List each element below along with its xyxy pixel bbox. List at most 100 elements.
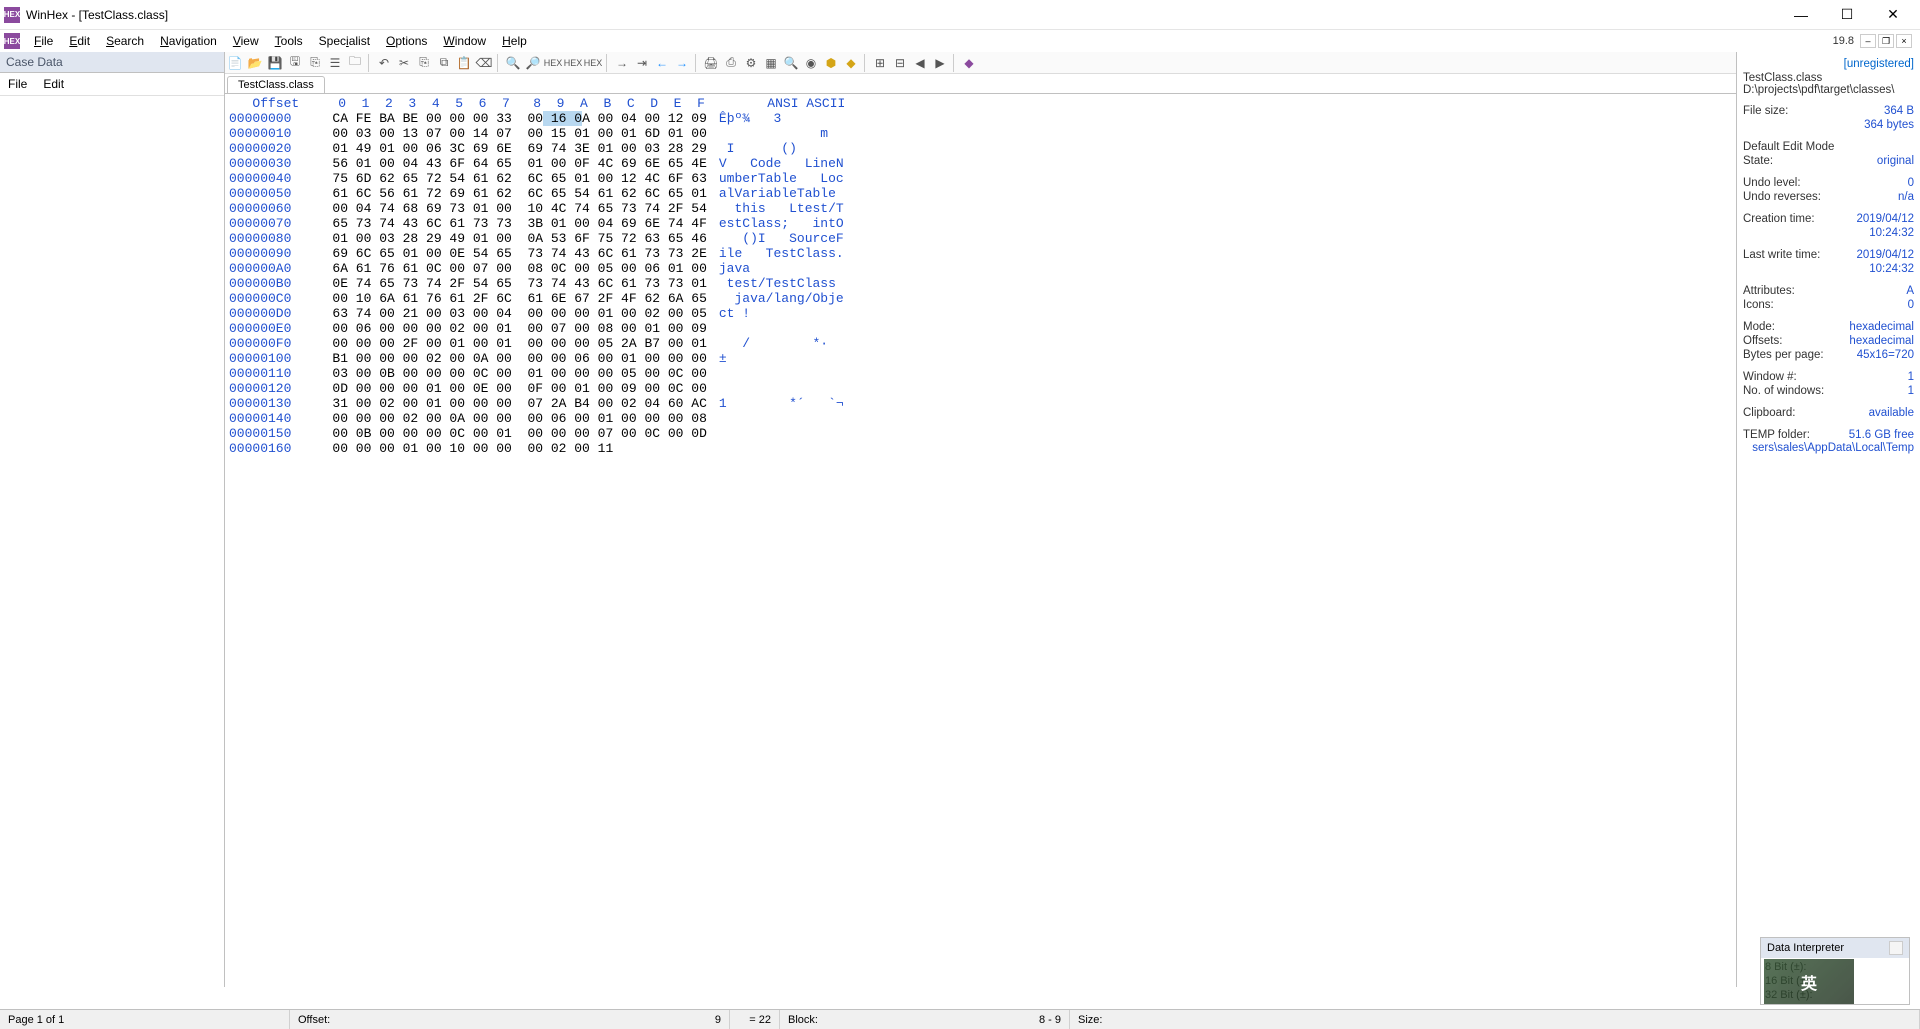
magnify-icon[interactable]: 🔍	[782, 54, 800, 72]
info-filename: TestClass.class	[1743, 72, 1914, 84]
replace-hex-icon[interactable]: HEX	[564, 54, 582, 72]
icons-label: Icons:	[1743, 299, 1774, 311]
bpp-label: Bytes per page:	[1743, 349, 1824, 361]
sidebar-menu-file[interactable]: File	[4, 76, 31, 92]
nowin-label: No. of windows:	[1743, 385, 1824, 397]
lastwrite-time: 10:24:32	[1869, 263, 1914, 275]
state-label: State:	[1743, 155, 1773, 167]
filesize-label: File size:	[1743, 105, 1788, 117]
new-file-icon[interactable]: 📄	[226, 54, 244, 72]
hex-editor-area: 📄 📂 💾 🖫 ⎘ ☰ 🗀 ↶ ✂ ⎘ ⧉ 📋 ⌫ 🔍 🔎 HEX HEX HE…	[225, 52, 1736, 987]
go-to-icon[interactable]: ⇥	[633, 54, 651, 72]
save-icon[interactable]: 💾	[266, 54, 284, 72]
temp-label: TEMP folder:	[1743, 429, 1810, 441]
status-page: Page 1 of 1	[0, 1010, 290, 1029]
attrs-label: Attributes:	[1743, 285, 1795, 297]
forward-icon[interactable]: →	[673, 54, 691, 72]
menu-view[interactable]: View	[225, 32, 267, 50]
open-file-icon[interactable]: 📂	[246, 54, 264, 72]
data-interpreter-close-button[interactable]	[1889, 941, 1903, 955]
delete-icon[interactable]: ⌫	[475, 54, 493, 72]
info-filepath: D:\projects\pdf\target\classes\	[1743, 84, 1914, 96]
status-block-value: 8 - 9	[1039, 1014, 1061, 1026]
sidebar-menu-edit[interactable]: Edit	[39, 76, 68, 92]
title-bar: HEX WinHex - [TestClass.class] — ☐ ✕	[0, 0, 1920, 30]
print-icon[interactable]: 🖨	[702, 54, 720, 72]
back-icon[interactable]: ←	[653, 54, 671, 72]
menu-window[interactable]: Window	[435, 32, 494, 50]
unregistered-link[interactable]: [unregistered]	[1743, 56, 1914, 72]
filesize-bytes: 364 bytes	[1864, 119, 1914, 131]
close-button[interactable]: ✕	[1870, 0, 1916, 30]
menu-edit[interactable]: Edit	[61, 32, 98, 50]
next-icon[interactable]: ▶	[931, 54, 949, 72]
minimize-button[interactable]: —	[1778, 0, 1824, 30]
editmode-label: Default Edit Mode	[1743, 141, 1834, 153]
filesize-value: 364 B	[1884, 105, 1914, 117]
creation-label: Creation time:	[1743, 213, 1815, 225]
attrs-value: A	[1906, 285, 1914, 297]
lastwrite-label: Last write time:	[1743, 249, 1820, 261]
copy-icon[interactable]: ⎘	[415, 54, 433, 72]
menu-options[interactable]: Options	[378, 32, 435, 50]
undo-icon[interactable]: ↶	[375, 54, 393, 72]
create-backup-icon[interactable]: ⎘	[306, 54, 324, 72]
disk-tools-icon[interactable]: ◉	[802, 54, 820, 72]
status-offset-label: Offset:	[298, 1014, 330, 1026]
maximize-button[interactable]: ☐	[1824, 0, 1870, 30]
app-icon: HEX	[4, 7, 20, 23]
hex-view[interactable]: Offset 0 1 2 3 4 5 6 7 8 9 A B C D E F A…	[225, 94, 1736, 987]
window-value: 1	[1908, 371, 1914, 383]
mdi-restore-button[interactable]: ❐	[1878, 34, 1894, 48]
menu-file[interactable]: File	[26, 32, 61, 50]
menu-specialist[interactable]: Specialist	[311, 32, 378, 50]
print-preview-icon[interactable]: ⎙	[722, 54, 740, 72]
creation-time: 10:24:32	[1869, 227, 1914, 239]
sidebar-title: Case Data	[0, 52, 224, 73]
cut-icon[interactable]: ✂	[395, 54, 413, 72]
menu-help[interactable]: Help	[494, 32, 535, 50]
options-icon[interactable]: ◆	[960, 54, 978, 72]
find-again-icon[interactable]: HEX	[584, 54, 602, 72]
status-block-label: Block:	[788, 1014, 818, 1026]
menu-tools[interactable]: Tools	[267, 32, 311, 50]
prev-icon[interactable]: ◀	[911, 54, 929, 72]
version-label: 19.8	[1829, 33, 1858, 49]
status-size-label: Size:	[1070, 1010, 1920, 1029]
analysis-icon[interactable]: ◆	[842, 54, 860, 72]
find-text-icon[interactable]: 🔍	[504, 54, 522, 72]
tab-file[interactable]: TestClass.class	[227, 76, 325, 93]
position-manager-icon[interactable]: ⊞	[871, 54, 889, 72]
status-bar: Page 1 of 1 Offset: 9 = 22 Block: 8 - 9 …	[0, 1009, 1920, 1029]
menu-navigation[interactable]: Navigation	[152, 32, 225, 50]
clip-label: Clipboard:	[1743, 407, 1795, 419]
copy-block-icon[interactable]: ⧉	[435, 54, 453, 72]
toolbar: 📄 📂 💾 🖫 ⎘ ☰ 🗀 ↶ ✂ ⎘ ⧉ 📋 ⌫ 🔍 🔎 HEX HEX HE…	[225, 52, 1736, 74]
lastwrite-date: 2019/04/12	[1856, 249, 1914, 261]
paste-icon[interactable]: 📋	[455, 54, 473, 72]
open-ram-icon[interactable]: ▦	[762, 54, 780, 72]
nowin-value: 1	[1908, 385, 1914, 397]
template-icon[interactable]: ⊟	[891, 54, 909, 72]
watermark-overlay: 英	[1764, 959, 1854, 1004]
go-to-offset-icon[interactable]: →	[613, 54, 631, 72]
offsets-label: Offsets:	[1743, 335, 1782, 347]
window-label: Window #:	[1743, 371, 1797, 383]
offsets-value: hexadecimal	[1849, 335, 1914, 347]
data-interpreter-panel[interactable]: Data Interpreter 8 Bit (±): 16 Bit (±): …	[1760, 937, 1910, 1005]
menu-search[interactable]: Search	[98, 32, 152, 50]
find-hex-icon[interactable]: 🔎	[524, 54, 542, 72]
calculator-icon[interactable]: ⬢	[822, 54, 840, 72]
save-as-icon[interactable]: 🖫	[286, 54, 304, 72]
mdi-minimize-button[interactable]: –	[1860, 34, 1876, 48]
icons-value: 0	[1908, 299, 1914, 311]
open-disk-icon[interactable]: 🗀	[346, 54, 364, 72]
printer-setup-icon[interactable]: ⚙	[742, 54, 760, 72]
state-value: original	[1877, 155, 1914, 167]
mdi-close-button[interactable]: ×	[1896, 34, 1912, 48]
reverses-value: n/a	[1898, 191, 1914, 203]
properties-icon[interactable]: ☰	[326, 54, 344, 72]
replace-text-icon[interactable]: HEX	[544, 54, 562, 72]
temp-value: 51.6 GB free	[1849, 429, 1914, 441]
data-interpreter-title: Data Interpreter	[1767, 942, 1844, 954]
